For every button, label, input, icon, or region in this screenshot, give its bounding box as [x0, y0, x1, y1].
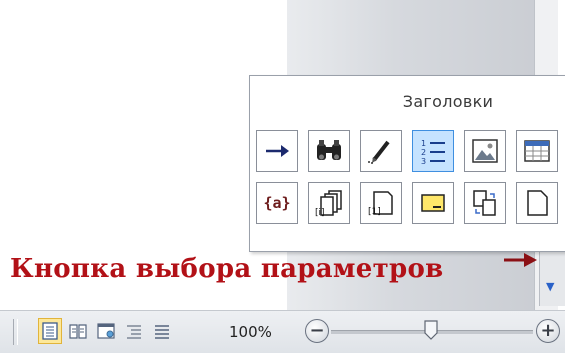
- zoom-out-button[interactable]: −: [305, 319, 329, 343]
- endnote-pages-icon: [i]: [315, 190, 342, 218]
- pencil-edits-icon: [368, 140, 390, 164]
- status-bar: 100% − +: [0, 310, 565, 353]
- outline-view-button[interactable]: [122, 318, 146, 344]
- draft-view-button[interactable]: [150, 318, 174, 344]
- browse-by-endnote-button[interactable]: [i]: [308, 182, 350, 224]
- browse-by-field-button[interactable]: {a}: [256, 182, 298, 224]
- numbered-headings-icon: 1 2 3: [421, 139, 445, 166]
- browse-by-graphic-button[interactable]: [464, 130, 506, 172]
- print-layout-icon: [42, 322, 58, 340]
- browse-by-footnote-button[interactable]: [1]: [360, 182, 402, 224]
- go-to-button[interactable]: [256, 130, 298, 172]
- open-book-icon: [69, 324, 87, 339]
- draft-icon: [155, 325, 169, 339]
- svg-text:[i]: [i]: [315, 208, 325, 218]
- zoom-slider-thumb[interactable]: [424, 320, 438, 340]
- browse-by-heading-button[interactable]: 1 2 3: [412, 130, 454, 172]
- caption-label: Кнопка выбора параметров: [10, 254, 444, 284]
- browse-by-table-button[interactable]: [516, 130, 558, 172]
- zoom-level-label[interactable]: 100%: [229, 323, 272, 341]
- binoculars-icon: [317, 140, 341, 160]
- table-icon: [524, 140, 550, 162]
- next-page-arrow-icon[interactable]: ▼: [546, 280, 554, 293]
- browse-by-page-button[interactable]: [516, 182, 558, 224]
- popup-title: Заголовки: [402, 92, 494, 111]
- go-to-arrow-icon: [266, 145, 289, 157]
- outline-icon: [127, 325, 141, 339]
- comment-note-icon: [421, 194, 445, 212]
- picture-icon: [472, 139, 498, 163]
- web-layout-view-button[interactable]: [94, 318, 118, 344]
- field-code-icon: {a}: [263, 194, 291, 212]
- web-layout-icon: [97, 323, 115, 339]
- browse-by-comment-button[interactable]: [412, 182, 454, 224]
- browse-by-edits-button[interactable]: [360, 130, 402, 172]
- blank-page-icon: [527, 190, 548, 216]
- zoom-in-button[interactable]: +: [536, 319, 560, 343]
- status-separator: [13, 319, 18, 345]
- browse-by-section-button[interactable]: [464, 182, 506, 224]
- pointer-arrow-icon: [504, 253, 537, 267]
- svg-text:2: 2: [421, 148, 426, 157]
- svg-text:3: 3: [421, 157, 426, 166]
- section-pages-icon: [473, 190, 496, 216]
- footnote-page-icon: [1]: [368, 191, 393, 217]
- browse-object-popup: Заголовки 1 2 3 {a} [i] [1]: [249, 75, 565, 252]
- full-screen-reading-button[interactable]: [66, 318, 90, 344]
- print-layout-view-button[interactable]: [38, 318, 62, 344]
- find-button[interactable]: [308, 130, 350, 172]
- svg-text:1: 1: [421, 139, 426, 148]
- svg-text:[1]: [1]: [368, 207, 381, 217]
